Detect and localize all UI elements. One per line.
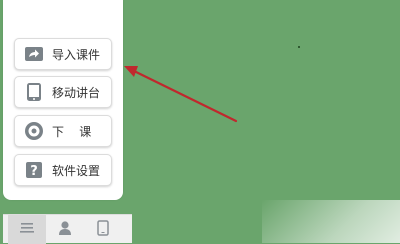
bottom-toolbar (3, 214, 132, 244)
tablet-button[interactable] (84, 215, 122, 244)
menu-lines-icon (19, 220, 35, 239)
software-settings-button[interactable]: ? 软件设置 (14, 154, 112, 186)
menu-item-label: 导入课件 (52, 47, 101, 62)
menu-item-label: 移动讲台 (52, 85, 101, 100)
mobile-podium-icon (24, 82, 44, 102)
import-courseware-button[interactable]: 导入课件 (14, 38, 112, 70)
software-settings-icon: ? (24, 160, 44, 180)
end-class-button[interactable]: 下 课 (14, 115, 112, 147)
svg-text:?: ? (30, 164, 38, 179)
end-class-icon (24, 121, 44, 141)
menu-toggle-button[interactable] (8, 215, 46, 244)
tablet-icon (97, 219, 109, 240)
menu-item-label: 下 课 (52, 124, 92, 139)
mobile-podium-button[interactable]: 移动讲台 (14, 76, 112, 108)
menu-item-label: 软件设置 (52, 163, 101, 178)
canvas-dot (298, 46, 300, 48)
import-courseware-icon (24, 44, 44, 64)
user-icon (58, 220, 72, 240)
popup-menu: 导入课件 移动讲台 下 课 ? 软件设置 (3, 0, 123, 200)
user-button[interactable] (46, 215, 84, 244)
